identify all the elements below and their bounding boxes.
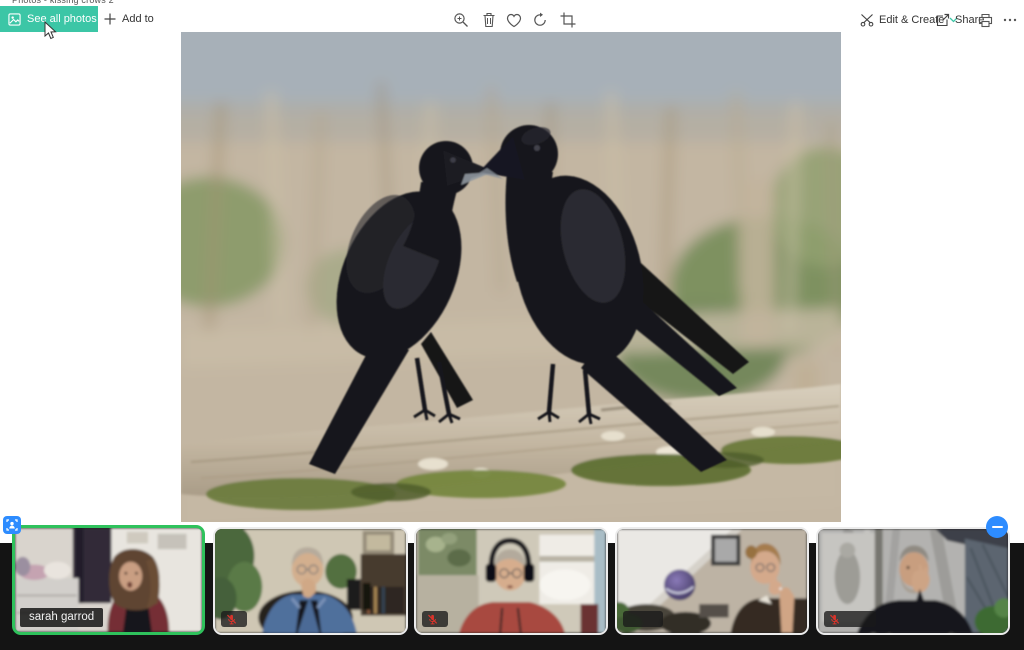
participant-tile-2[interactable] <box>213 527 408 635</box>
mic-status-lozenge <box>623 611 663 627</box>
minus-icon <box>992 526 1003 529</box>
participant-tile-5[interactable] <box>816 527 1010 635</box>
share-icon <box>936 13 950 27</box>
participant-tile-4[interactable] <box>615 527 809 635</box>
photo-canvas <box>181 32 841 522</box>
window-title: Photos - kissing crows 2 <box>12 0 114 5</box>
rotate-button[interactable] <box>530 10 550 30</box>
participant-name-label: sarah garrod <box>20 608 103 627</box>
see-all-photos-label: See all photos <box>27 13 97 25</box>
zoom-button[interactable] <box>451 10 471 30</box>
minimize-panel-button[interactable] <box>986 516 1008 538</box>
mic-status-lozenge <box>422 611 448 627</box>
zoom-icon <box>453 12 469 28</box>
mic-muted-icon <box>427 614 438 625</box>
heart-icon <box>506 13 522 28</box>
rotate-icon <box>532 12 548 28</box>
photos-app-window: Photos - kissing crows 2 See all photos … <box>0 0 1024 650</box>
see-all-photos-button[interactable]: See all photos <box>0 6 98 32</box>
mic-status-lozenge <box>221 611 247 627</box>
mic-status-lozenge <box>824 611 876 627</box>
mic-muted-icon <box>226 614 237 625</box>
gallery-view-button[interactable] <box>3 516 21 534</box>
favorite-button[interactable] <box>504 10 524 30</box>
trash-icon <box>482 12 496 28</box>
add-to-button[interactable]: Add to <box>104 6 154 32</box>
participant-tile-3[interactable] <box>414 527 608 635</box>
participant-tile-1[interactable]: sarah garrod <box>12 525 205 635</box>
see-more-button[interactable] <box>1001 10 1019 30</box>
delete-button[interactable] <box>479 10 499 30</box>
printer-icon <box>978 13 993 28</box>
add-to-label: Add to <box>122 13 154 25</box>
edit-create-icon <box>860 13 874 27</box>
photos-icon <box>8 13 21 26</box>
plus-icon <box>104 13 116 25</box>
print-button[interactable] <box>976 10 994 30</box>
crop-button[interactable] <box>558 10 578 30</box>
gallery-view-icon <box>6 519 18 531</box>
mic-muted-icon <box>829 614 840 625</box>
crop-icon <box>560 12 576 28</box>
edit-create-label: Edit & Create <box>879 14 944 26</box>
ellipsis-icon <box>1003 18 1017 22</box>
crows-photo <box>181 32 841 522</box>
